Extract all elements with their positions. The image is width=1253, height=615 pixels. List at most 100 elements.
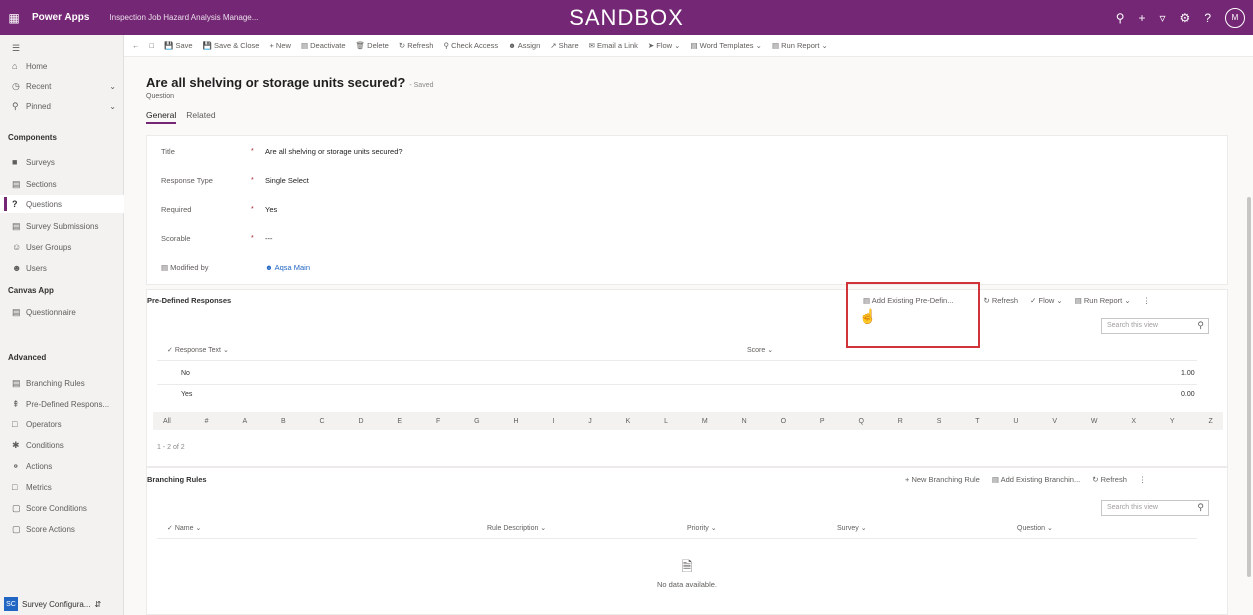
area-switcher[interactable]: SC Survey Configura... ⇵ xyxy=(4,597,101,611)
gear-icon[interactable]: ⚙ xyxy=(1180,11,1191,25)
column-header-survey[interactable]: Survey ⌄ xyxy=(837,524,867,532)
alpha-filter-letter[interactable]: F xyxy=(436,418,440,425)
sidebar-item-home[interactable]: ⌂ Home xyxy=(0,57,124,75)
deactivate-button[interactable]: ▤ Deactivate xyxy=(301,41,346,50)
word-templates-button[interactable]: ▤ Word Templates ⌄ xyxy=(690,41,761,50)
alpha-filter-letter[interactable]: C xyxy=(320,418,325,425)
alpha-filter-letter[interactable]: E xyxy=(397,418,402,425)
column-header-score[interactable]: Score ⌄ xyxy=(747,346,773,354)
column-header-priority[interactable]: Priority ⌄ xyxy=(687,524,717,532)
alpha-filter-letter[interactable]: M xyxy=(702,418,708,425)
alpha-filter-letter[interactable]: Z xyxy=(1208,418,1212,425)
table-row[interactable]: Yes xyxy=(181,391,192,398)
new-branching-rule-button[interactable]: + New Branching Rule xyxy=(905,475,980,484)
scrollbar[interactable] xyxy=(1247,197,1251,577)
column-header-question[interactable]: Question ⌄ xyxy=(1017,524,1053,532)
alpha-filter-letter[interactable]: L xyxy=(664,418,668,425)
assign-button[interactable]: ☻ Assign xyxy=(508,41,540,50)
sidebar-item-score-conditions[interactable]: ▢ Score Conditions xyxy=(0,499,124,517)
alpha-filter-letter[interactable]: All xyxy=(163,418,171,425)
alpha-filter-letter[interactable]: S xyxy=(937,418,942,425)
search-icon[interactable]: ⚲ xyxy=(1116,11,1125,25)
alpha-filter-letter[interactable]: Y xyxy=(1170,418,1175,425)
alpha-filter-letter[interactable]: A xyxy=(242,418,247,425)
more-icon[interactable]: ⋮ xyxy=(1143,296,1151,305)
sidebar-item-score-actions[interactable]: ▢ Score Actions xyxy=(0,520,124,538)
alpha-filter-letter[interactable]: T xyxy=(975,418,979,425)
email-link-button[interactable]: ✉ Email a Link xyxy=(589,41,638,50)
scorable-toggle[interactable]: --- xyxy=(265,234,273,243)
alpha-filter-letter[interactable]: H xyxy=(513,418,518,425)
hamburger-icon[interactable]: ☰ xyxy=(0,39,124,57)
search-input[interactable]: Search this view ⚲ xyxy=(1101,318,1209,334)
filter-icon[interactable]: ▿ xyxy=(1160,11,1166,25)
alpha-filter-letter[interactable]: Q xyxy=(858,418,863,425)
alpha-filter-letter[interactable]: # xyxy=(205,418,209,425)
save-button[interactable]: 💾 Save xyxy=(164,41,193,50)
alpha-filter-letter[interactable]: G xyxy=(474,418,479,425)
sidebar-item-branching-rules[interactable]: ▤ Branching Rules xyxy=(0,374,124,392)
grid-run-report-button[interactable]: ▤ Run Report ⌄ xyxy=(1075,296,1131,305)
sidebar-item-operators[interactable]: □ Operators xyxy=(0,415,124,433)
required-toggle[interactable]: Yes xyxy=(265,205,277,214)
refresh-button[interactable]: ↻ Refresh xyxy=(399,41,434,50)
alpha-filter-letter[interactable]: P xyxy=(820,418,825,425)
more-icon[interactable]: ⋮ xyxy=(1139,475,1147,484)
sidebar-item-actions[interactable]: ⚬ Actions xyxy=(0,457,124,475)
sidebar-item-conditions[interactable]: ✱ Conditions xyxy=(0,436,124,454)
response-type-select[interactable]: Single Select xyxy=(265,176,309,185)
alpha-filter-letter[interactable]: D xyxy=(358,418,363,425)
alpha-filter-letter[interactable]: U xyxy=(1013,418,1018,425)
alpha-filter-letter[interactable]: X xyxy=(1131,418,1136,425)
grid-refresh-button[interactable]: ↻ Refresh xyxy=(983,296,1018,305)
flow-button[interactable]: ➤ Flow ⌄ xyxy=(648,41,681,50)
column-header-rule-description[interactable]: Rule Description ⌄ xyxy=(487,524,546,532)
alpha-filter-letter[interactable]: B xyxy=(281,418,286,425)
grid-flow-button[interactable]: ✓ Flow ⌄ xyxy=(1030,296,1063,305)
tab-general[interactable]: General xyxy=(146,110,177,124)
score-cell: 0.00 xyxy=(1181,391,1195,398)
back-icon[interactable]: ← xyxy=(132,41,140,50)
sidebar-item-questionnaire[interactable]: ▤ Questionnaire xyxy=(0,303,124,321)
sidebar-item-metrics[interactable]: □ Metrics xyxy=(0,478,124,496)
alpha-filter-letter[interactable]: J xyxy=(588,418,592,425)
table-row[interactable]: No xyxy=(181,370,190,377)
grid-refresh-button[interactable]: ↻ Refresh xyxy=(1092,475,1127,484)
new-button[interactable]: + New xyxy=(269,41,290,50)
environment-name[interactable]: Inspection Job Hazard Analysis Manage... xyxy=(109,13,258,22)
delete-button[interactable]: 🗑 Delete xyxy=(356,41,389,50)
sidebar-item-pinned[interactable]: ⚲ Pinned ⌄ xyxy=(0,97,124,115)
sidebar-item-sections[interactable]: ▤ Sections xyxy=(0,175,124,193)
column-header-response-text[interactable]: ✓ Response Text ⌄ xyxy=(167,346,229,354)
save-close-button[interactable]: 💾 Save & Close xyxy=(203,41,260,50)
help-icon[interactable]: ? xyxy=(1204,11,1211,25)
app-name[interactable]: Power Apps xyxy=(32,12,89,23)
plus-icon[interactable]: + xyxy=(1139,11,1146,25)
sidebar-item-surveys[interactable]: ■ Surveys xyxy=(0,153,124,171)
add-existing-branching-button[interactable]: ▤ Add Existing Branchin... xyxy=(992,475,1080,484)
tab-related[interactable]: Related xyxy=(186,110,215,124)
waffle-icon[interactable]: ▦ xyxy=(0,11,28,25)
sidebar-item-recent[interactable]: ◷ Recent ⌄ xyxy=(0,77,124,95)
alpha-filter-letter[interactable]: R xyxy=(898,418,903,425)
modified-by-link[interactable]: ☻ Aqsa Main xyxy=(265,263,310,272)
alpha-filter-letter[interactable]: W xyxy=(1091,418,1098,425)
alpha-filter-letter[interactable]: O xyxy=(781,418,786,425)
sidebar-item-users[interactable]: ☻ Users xyxy=(0,259,124,277)
avatar[interactable]: M xyxy=(1225,7,1245,28)
popout-icon[interactable]: □ xyxy=(150,41,155,50)
alpha-filter-letter[interactable]: N xyxy=(742,418,747,425)
alpha-filter-letter[interactable]: I xyxy=(552,418,554,425)
check-access-button[interactable]: ⚲ Check Access xyxy=(443,41,498,50)
sidebar-item-pre-defined-responses[interactable]: ⇞ Pre-Defined Respons... xyxy=(0,395,124,413)
sidebar-item-user-groups[interactable]: ☺ User Groups xyxy=(0,238,124,256)
alpha-filter-letter[interactable]: V xyxy=(1052,418,1057,425)
search-input[interactable]: Search this view ⚲ xyxy=(1101,500,1209,516)
column-header-name[interactable]: ✓ Name ⌄ xyxy=(167,524,201,532)
sidebar-item-survey-submissions[interactable]: ▤ Survey Submissions xyxy=(0,217,124,235)
sidebar-item-questions[interactable]: ? Questions xyxy=(0,195,124,213)
title-input[interactable]: Are all shelving or storage units secure… xyxy=(265,147,403,156)
share-button[interactable]: ↗ Share xyxy=(550,41,578,50)
run-report-button[interactable]: ▤ Run Report ⌄ xyxy=(772,41,828,50)
alpha-filter-letter[interactable]: K xyxy=(626,418,631,425)
